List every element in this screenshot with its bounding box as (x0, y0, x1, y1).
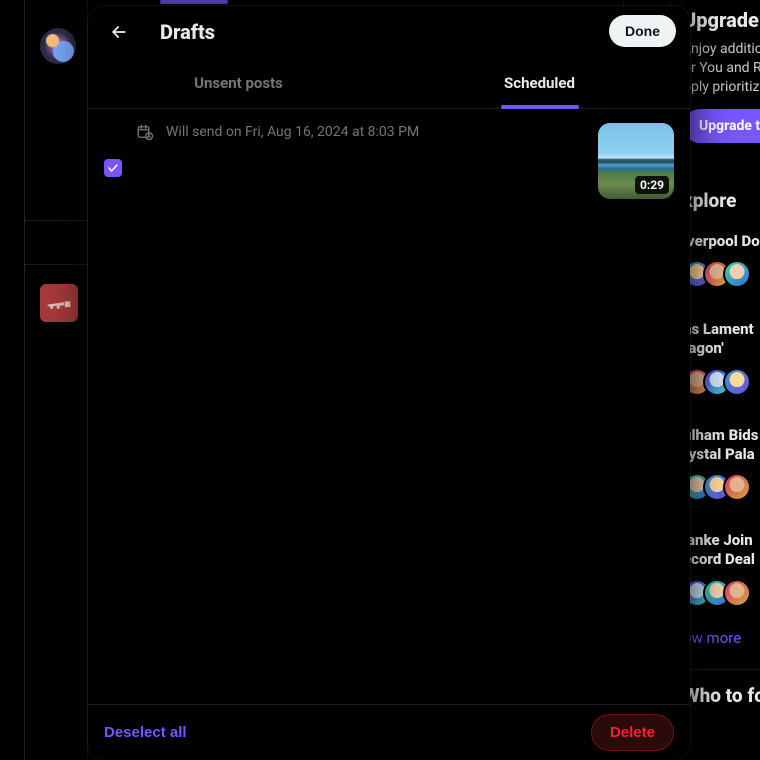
avatar[interactable] (40, 284, 78, 322)
avatar (723, 579, 751, 607)
arrow-left-icon (109, 22, 129, 42)
facepile (683, 579, 751, 607)
modal-header: Drafts Done (88, 6, 690, 58)
text: lanke Join (683, 531, 753, 549)
facepile (683, 260, 751, 288)
facepile (683, 473, 751, 501)
trend-title: ns Lament ragon' (683, 320, 760, 358)
video-thumbnail[interactable]: 0:29 (598, 123, 674, 199)
active-tab-indicator-bg (160, 0, 228, 4)
trend-title: ulham Bids rystal Pala (683, 426, 760, 464)
text: rystal Pala (683, 445, 755, 463)
upgrade-button[interactable]: Upgrade t (683, 109, 760, 143)
drafts-modal: Drafts Done Unsent posts Scheduled (88, 6, 690, 760)
trend-item[interactable]: iverpool Do Trend (683, 232, 760, 289)
back-button[interactable] (102, 15, 136, 49)
trend-title: iverpool Do (683, 232, 760, 251)
schedule-text: Will send on Fri, Aug 16, 2024 at 8:03 P… (166, 124, 419, 140)
tab-scheduled[interactable]: Scheduled (389, 58, 690, 108)
schedule-line: Will send on Fri, Aug 16, 2024 at 8:03 P… (136, 123, 584, 141)
text: ecord Deal (683, 550, 755, 568)
upgrade-card-title: Upgrade t (683, 8, 760, 32)
scheduled-item[interactable]: Will send on Fri, Aug 16, 2024 at 8:03 P… (88, 109, 690, 213)
who-to-follow-heading: Who to fo (683, 684, 760, 707)
modal-title: Drafts (160, 20, 215, 44)
check-icon (107, 162, 119, 174)
avatar (723, 473, 751, 501)
trend-title: lanke Join ecord Deal (683, 531, 760, 569)
show-more-link[interactable]: ow more (683, 629, 741, 647)
delete-button[interactable]: Delete (591, 714, 674, 751)
avatar (723, 368, 751, 396)
modal-tabs: Unsent posts Scheduled (88, 58, 690, 109)
upgrade-card-desc: Enjoy addition or You and R oply priorit… (683, 40, 760, 97)
divider (683, 669, 760, 670)
scheduled-item-body: Will send on Fri, Aug 16, 2024 at 8:03 P… (136, 123, 584, 141)
text: ns Lament (683, 320, 754, 338)
trend-item[interactable]: lanke Join ecord Deal Trend (683, 531, 760, 607)
text: or You and R (683, 60, 760, 76)
text: Enjoy addition (683, 41, 760, 57)
text: oply prioritiz (683, 79, 759, 95)
tab-unsent-posts[interactable]: Unsent posts (88, 58, 389, 108)
trend-item[interactable]: ns Lament ragon' Trend (683, 320, 760, 396)
calendar-clock-icon (136, 123, 154, 141)
text: ulham Bids (683, 426, 758, 444)
video-duration-badge: 0:29 (635, 176, 669, 194)
select-checkbox[interactable] (104, 159, 122, 177)
trend-item[interactable]: ulham Bids rystal Pala Trend (683, 426, 760, 502)
explore-heading: xplore (683, 189, 760, 212)
done-button[interactable]: Done (609, 15, 676, 47)
deselect-all-button[interactable]: Deselect all (104, 724, 187, 741)
avatar[interactable] (40, 28, 76, 64)
facepile (683, 368, 751, 396)
avatar (723, 260, 751, 288)
cannon-icon (46, 295, 72, 311)
modal-footer: Deselect all Delete (88, 704, 690, 760)
scheduled-list: Will send on Fri, Aug 16, 2024 at 8:03 P… (88, 109, 690, 704)
